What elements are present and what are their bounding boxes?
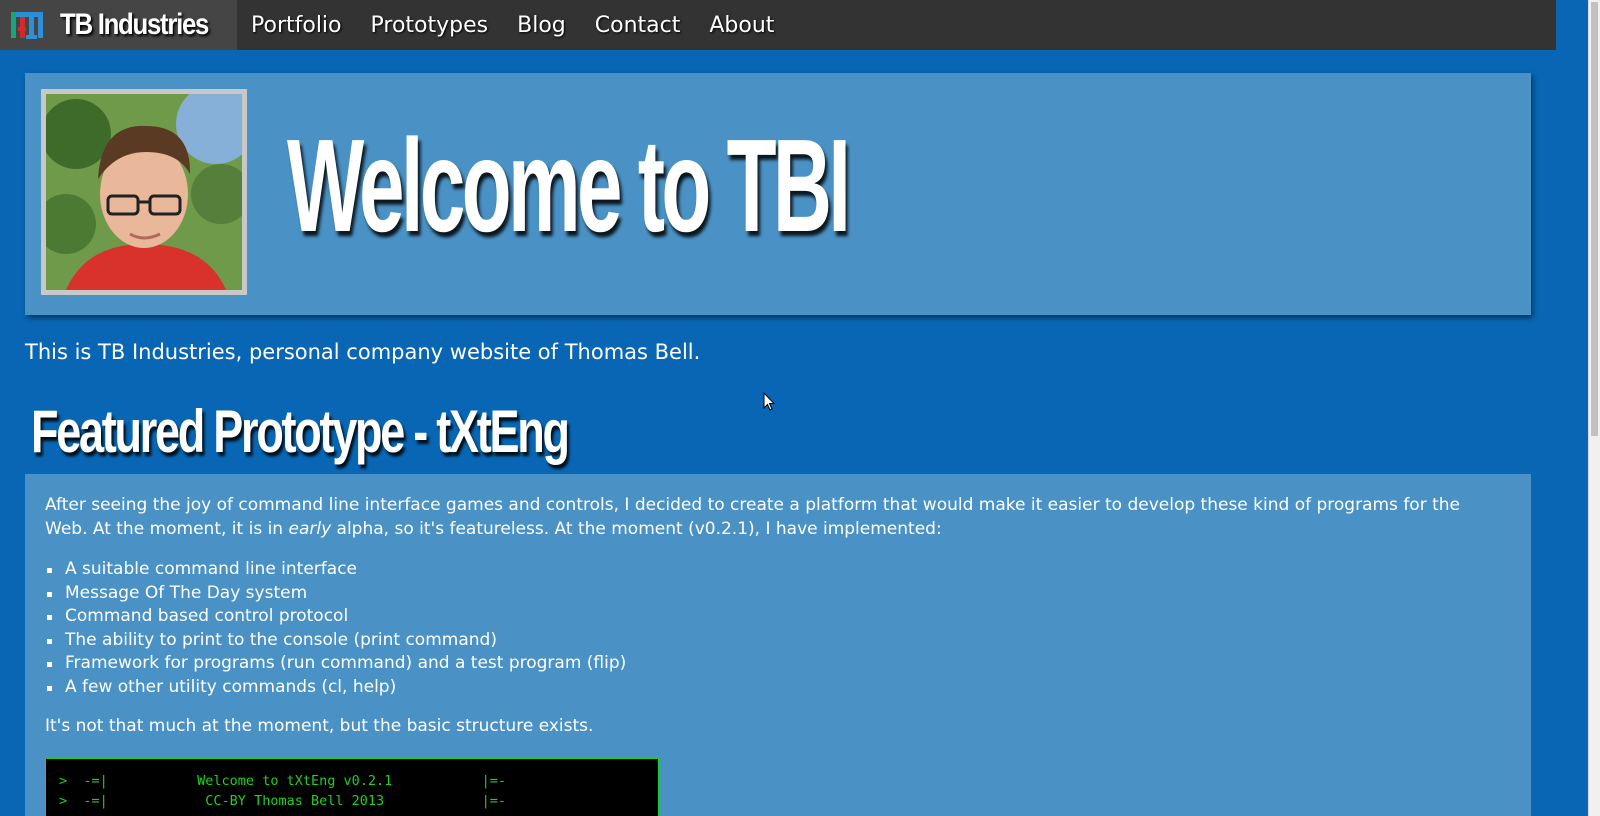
avatar [41,89,247,295]
mouse-pointer-icon [763,391,776,412]
page-scrollbar[interactable] [1588,0,1600,816]
featured-panel: After seeing the joy of command line int… [25,474,1531,816]
scrollbar-thumb[interactable] [1591,2,1598,436]
hero-title: Welcome to TBI [287,112,851,259]
txteng-console[interactable]: > -=| Welcome to tXtEng v0.2.1 |=- > -=| … [45,758,659,816]
list-item: Framework for programs (run command) and… [45,652,626,676]
list-item: A few other utility commands (cl, help) [45,676,626,700]
featured-note: It's not that much at the moment, but th… [45,716,594,736]
top-navbar: TB Industries Portfolio Prototypes Blog … [0,0,1556,50]
brand-name: TB Industries [60,8,209,41]
tbi-logo-icon [8,5,48,45]
intro-text: This is TB Industries, personal company … [25,340,701,364]
list-item: A suitable command line interface [45,558,626,582]
list-item: Command based control protocol [45,605,626,629]
console-line: > -=| CC-BY Thomas Bell 2013 |=- [59,793,507,809]
nav-blog[interactable]: Blog [502,0,580,50]
featured-desc-part2: alpha, so it's featureless. At the momen… [331,518,942,539]
featured-heading: Featured Prototype - tXtEng [31,398,570,465]
feature-list: A suitable command line interface Messag… [45,558,626,699]
nav-contact[interactable]: Contact [580,0,695,50]
list-item: Message Of The Day system [45,582,626,606]
nav-portfolio[interactable]: Portfolio [237,0,356,50]
hero-banner: Welcome to TBI [25,73,1531,315]
featured-description: After seeing the joy of command line int… [45,494,1505,541]
nav-about[interactable]: About [694,0,788,50]
featured-desc-emphasis: early [288,518,332,539]
console-line: > -=| Welcome to tXtEng v0.2.1 |=- [59,773,507,789]
brand-link[interactable]: TB Industries [0,0,237,50]
nav-prototypes[interactable]: Prototypes [356,0,503,50]
list-item: The ability to print to the console (pri… [45,629,626,653]
